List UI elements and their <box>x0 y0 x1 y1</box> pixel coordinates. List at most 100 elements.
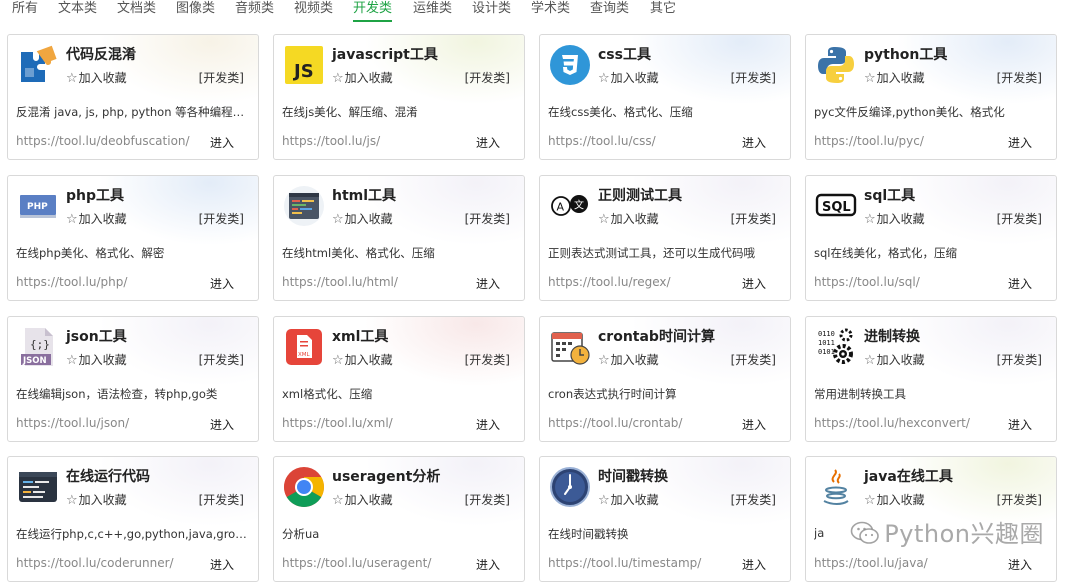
tool-description: xml格式化、压缩 <box>282 387 373 401</box>
tool-title[interactable]: python工具 <box>864 44 947 64</box>
tool-card-css[interactable]: css工具 ☆加入收藏 [开发类] 在线css美化、格式化、压缩 https://too… <box>539 34 791 160</box>
tool-url-link[interactable]: https://tool.lu/js/ <box>282 134 380 148</box>
enter-button[interactable]: 进入 <box>742 134 766 151</box>
tab-other[interactable]: 其它 <box>650 0 676 18</box>
add-favorite-button[interactable]: ☆加入收藏 <box>864 351 925 368</box>
tool-title[interactable]: php工具 <box>66 185 124 205</box>
add-favorite-label: 加入收藏 <box>344 493 393 507</box>
tool-card-hexconvert[interactable]: 0110 1011 0101 进制转换 ☆加入收藏 [开发类] 常用进制转换工具 https:… <box>805 316 1057 442</box>
tool-title[interactable]: sql工具 <box>864 185 915 205</box>
tool-card-html[interactable]: html工具 ☆加入收藏 [开发类] 在线html美化、格式化、压缩 https://t… <box>273 175 525 301</box>
enter-button[interactable]: 进入 <box>1008 416 1032 433</box>
tab-image[interactable]: 图像类 <box>176 0 215 18</box>
add-favorite-button[interactable]: ☆加入收藏 <box>864 210 925 227</box>
star-icon: ☆ <box>864 212 876 227</box>
tool-url-link[interactable]: https://tool.lu/pyc/ <box>814 134 924 148</box>
tool-title[interactable]: javascript工具 <box>332 44 438 64</box>
star-icon: ☆ <box>332 71 344 86</box>
tool-title[interactable]: html工具 <box>332 185 396 205</box>
svg-text:0110: 0110 <box>818 330 835 338</box>
tool-url-link[interactable]: https://tool.lu/css/ <box>548 134 656 148</box>
tool-card-coderunner[interactable]: 在线运行代码 ☆加入收藏 [开发类] 在线运行php,c,c++,go,python,… <box>7 456 259 582</box>
enter-button[interactable]: 进入 <box>476 556 500 573</box>
tab-all[interactable]: 所有 <box>12 0 38 18</box>
tool-url-link[interactable]: https://tool.lu/java/ <box>814 556 928 570</box>
tab-audio[interactable]: 音频类 <box>235 0 274 18</box>
add-favorite-button[interactable]: ☆加入收藏 <box>66 69 127 86</box>
tool-card-sql[interactable]: SQL sql工具 ☆加入收藏 [开发类] sql在线美化，格式化，压缩 https://… <box>805 175 1057 301</box>
add-favorite-button[interactable]: ☆加入收藏 <box>66 351 127 368</box>
star-icon: ☆ <box>864 493 876 508</box>
enter-button[interactable]: 进入 <box>742 275 766 292</box>
tool-card-timestamp[interactable]: 时间戳转换 ☆加入收藏 [开发类] 在线时间戳转换 https://tool.lu/ti… <box>539 456 791 582</box>
add-favorite-button[interactable]: ☆加入收藏 <box>66 491 127 508</box>
category-badge: [开发类] <box>464 493 510 507</box>
tool-card-xml[interactable]: XML xml工具 ☆加入收藏 [开发类] xml格式化、压缩 https://tool.… <box>273 316 525 442</box>
enter-button[interactable]: 进入 <box>210 134 234 151</box>
tool-title[interactable]: crontab时间计算 <box>598 326 715 346</box>
add-favorite-button[interactable]: ☆加入收藏 <box>864 491 925 508</box>
tool-url-link[interactable]: https://tool.lu/coderunner/ <box>16 556 174 570</box>
enter-button[interactable]: 进入 <box>210 556 234 573</box>
tool-title[interactable]: 在线运行代码 <box>66 466 150 486</box>
add-favorite-button[interactable]: ☆加入收藏 <box>332 491 393 508</box>
tool-title[interactable]: 进制转换 <box>864 326 920 346</box>
tool-title[interactable]: 代码反混淆 <box>66 44 136 64</box>
add-favorite-button[interactable]: ☆加入收藏 <box>598 69 659 86</box>
tab-academic[interactable]: 学术类 <box>531 0 570 18</box>
tab-document[interactable]: 文档类 <box>117 0 156 18</box>
tab-text[interactable]: 文本类 <box>58 0 97 18</box>
enter-button[interactable]: 进入 <box>210 416 234 433</box>
tool-url-link[interactable]: https://tool.lu/php/ <box>16 275 127 289</box>
add-favorite-button[interactable]: ☆加入收藏 <box>66 210 127 227</box>
tool-url-link[interactable]: https://tool.lu/hexconvert/ <box>814 416 970 430</box>
tool-title[interactable]: 正则测试工具 <box>598 185 682 205</box>
add-favorite-button[interactable]: ☆加入收藏 <box>598 491 659 508</box>
enter-button[interactable]: 进入 <box>742 416 766 433</box>
tool-card-regex[interactable]: A 文正则测试工具 ☆加入收藏 [开发类] 正则表达式测试工具，还可以生成代码哦 http… <box>539 175 791 301</box>
enter-button[interactable]: 进入 <box>1008 556 1032 573</box>
add-favorite-button[interactable]: ☆加入收藏 <box>332 69 393 86</box>
add-favorite-button[interactable]: ☆加入收藏 <box>332 210 393 227</box>
tool-url-link[interactable]: https://tool.lu/crontab/ <box>548 416 682 430</box>
tool-url-link[interactable]: https://tool.lu/xml/ <box>282 416 393 430</box>
tool-title[interactable]: json工具 <box>66 326 127 346</box>
tool-title[interactable]: xml工具 <box>332 326 388 346</box>
enter-button[interactable]: 进入 <box>476 275 500 292</box>
tool-card-useragent[interactable]: useragent分析 ☆加入收藏 [开发类] 分析ua https://tool.lu… <box>273 456 525 582</box>
tool-title[interactable]: 时间戳转换 <box>598 466 668 486</box>
tool-card-php[interactable]: PHP php工具 ☆加入收藏 [开发类] 在线php美化、格式化、解密 https://… <box>7 175 259 301</box>
tool-card-json[interactable]: {;} JSON json工具 ☆加入收藏 [开发类] 在线编辑json，语法检查，转ph… <box>7 316 259 442</box>
add-favorite-button[interactable]: ☆加入收藏 <box>864 69 925 86</box>
tab-dev[interactable]: 开发类 <box>353 0 393 22</box>
tool-card-python[interactable]: python工具 ☆加入收藏 [开发类] pyc文件反编译,python美化、格式化 h… <box>805 34 1057 160</box>
tool-title[interactable]: css工具 <box>598 44 651 64</box>
tab-ops[interactable]: 运维类 <box>413 0 452 18</box>
tool-url-link[interactable]: https://tool.lu/timestamp/ <box>548 556 701 570</box>
svg-text:XML: XML <box>298 352 311 358</box>
tab-design[interactable]: 设计类 <box>472 0 511 18</box>
add-favorite-button[interactable]: ☆加入收藏 <box>598 351 659 368</box>
enter-button[interactable]: 进入 <box>1008 134 1032 151</box>
tab-query[interactable]: 查询类 <box>590 0 629 18</box>
enter-button[interactable]: 进入 <box>476 416 500 433</box>
tool-card-crontab[interactable]: crontab时间计算 ☆加入收藏 [开发类] cron表达式执行时间计算 https:… <box>539 316 791 442</box>
tool-url-link[interactable]: https://tool.lu/regex/ <box>548 275 671 289</box>
enter-button[interactable]: 进入 <box>476 134 500 151</box>
tool-title[interactable]: java在线工具 <box>864 466 953 486</box>
tool-title[interactable]: useragent分析 <box>332 466 440 486</box>
add-favorite-button[interactable]: ☆加入收藏 <box>332 351 393 368</box>
enter-button[interactable]: 进入 <box>1008 275 1032 292</box>
tool-card-deobfuscation[interactable]: 代码反混淆 ☆加入收藏 [开发类] 反混淆 java, js, php, python… <box>7 34 259 160</box>
tab-video[interactable]: 视频类 <box>294 0 333 18</box>
add-favorite-button[interactable]: ☆加入收藏 <box>598 210 659 227</box>
tool-url-link[interactable]: https://tool.lu/sql/ <box>814 275 920 289</box>
enter-button[interactable]: 进入 <box>210 275 234 292</box>
tool-url-link[interactable]: https://tool.lu/deobfuscation/ <box>16 134 190 148</box>
tool-url-link[interactable]: https://tool.lu/useragent/ <box>282 556 431 570</box>
tool-url-link[interactable]: https://tool.lu/html/ <box>282 275 398 289</box>
tool-url-link[interactable]: https://tool.lu/json/ <box>16 416 129 430</box>
svg-text:0101: 0101 <box>818 348 835 356</box>
tool-card-javascript[interactable]: JS javascript工具 ☆加入收藏 [开发类] 在线js美化、解压缩、混淆 htt… <box>273 34 525 160</box>
enter-button[interactable]: 进入 <box>742 556 766 573</box>
